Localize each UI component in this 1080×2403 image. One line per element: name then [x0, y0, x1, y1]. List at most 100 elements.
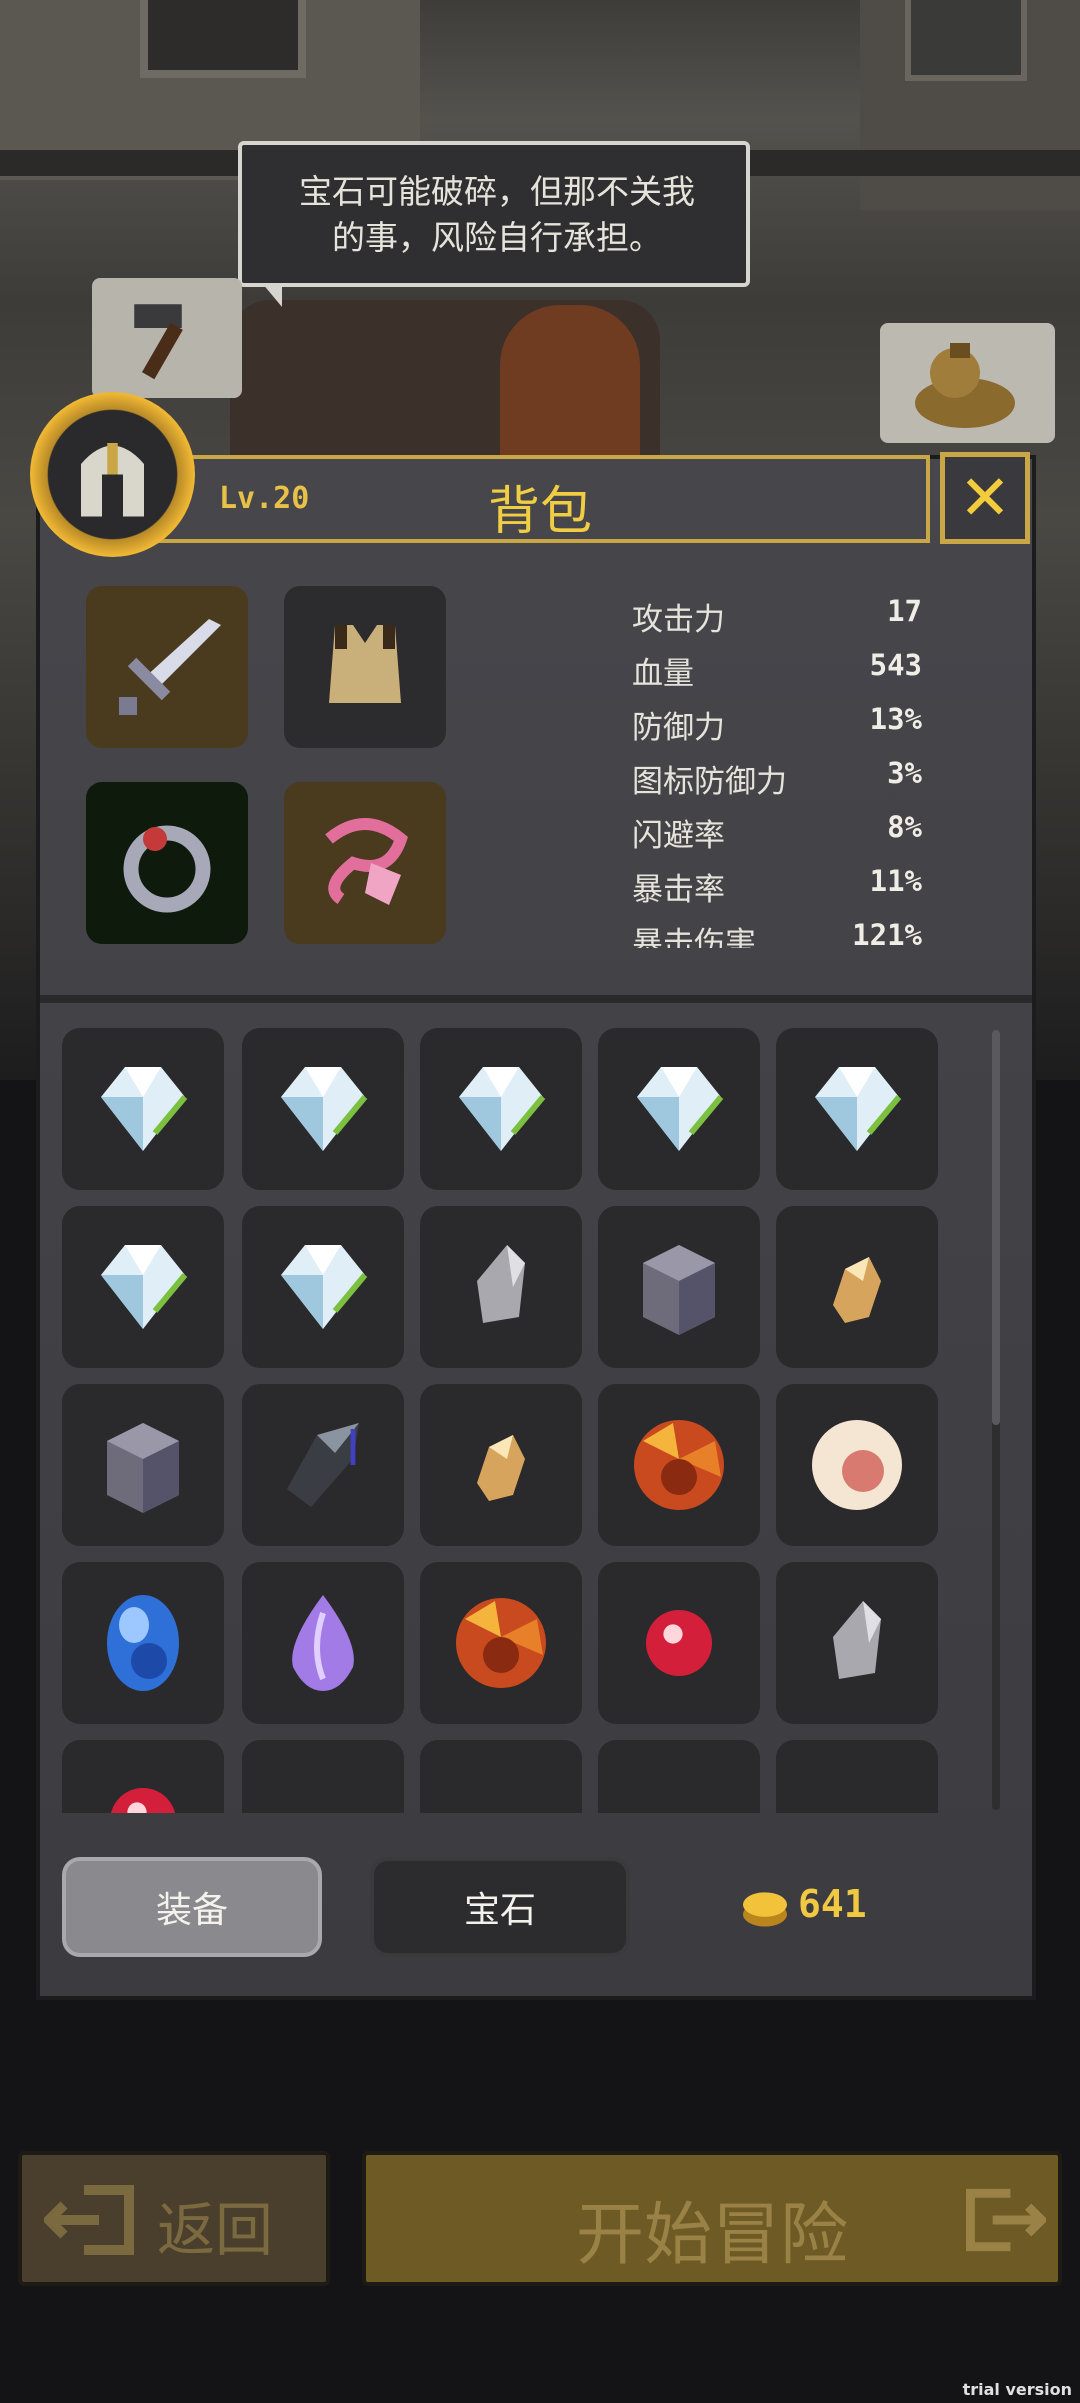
back-label: 返回: [157, 2196, 274, 2264]
diamond-icon: [101, 1067, 188, 1151]
back-button[interactable]: 返回: [18, 2151, 330, 2286]
diamond-icon: [281, 1067, 368, 1151]
inventory-slot[interactable]: [776, 1384, 938, 1546]
stat-icon-defense: 图标防御力 3%: [632, 750, 922, 804]
inventory-slot[interactable]: [62, 1562, 224, 1724]
window: [140, 0, 306, 78]
stat-value: 121%: [852, 918, 922, 948]
coin-count: 641: [798, 1882, 867, 1926]
inventory-slot[interactable]: [62, 1384, 224, 1546]
close-x-icon: ✕: [959, 461, 1011, 534]
inventory-slot[interactable]: [776, 1740, 938, 1813]
inventory-slot[interactable]: [242, 1206, 404, 1368]
tab-label: 宝石: [463, 1890, 536, 1931]
stats-list: 攻击力 17 血量 543 防御力 13% 图标防御力 3% 闪避率 8% 暴击…: [632, 588, 932, 948]
inventory-grid: [62, 1028, 962, 1813]
equip-slot-amulet[interactable]: [284, 782, 446, 944]
gray-shard-icon: [833, 1601, 881, 1679]
inventory-slot[interactable]: [420, 1028, 582, 1190]
inventory-slot[interactable]: [62, 1206, 224, 1368]
stone-cube-icon: [107, 1423, 179, 1513]
inventory-slot[interactable]: [242, 1740, 404, 1813]
stat-crit-rate: 暴击率 11%: [632, 858, 922, 912]
inventory-slot[interactable]: [62, 1740, 224, 1813]
inventory-slot[interactable]: [420, 1206, 582, 1368]
inventory-slot[interactable]: [598, 1206, 760, 1368]
diamond-icon: [637, 1067, 724, 1151]
equip-slot-armor[interactable]: [284, 586, 446, 748]
trial-watermark: trial version: [962, 2380, 1072, 2399]
stat-label: 暴击率: [632, 872, 725, 908]
diamond-icon: [459, 1067, 546, 1151]
inventory-slot[interactable]: [62, 1028, 224, 1190]
forge-button[interactable]: [92, 278, 242, 398]
orange-gem-icon: [456, 1598, 546, 1688]
player-avatar[interactable]: [30, 392, 195, 557]
stat-label: 闪避率: [632, 818, 725, 854]
close-button[interactable]: ✕: [940, 452, 1030, 544]
npc-hood: [500, 305, 640, 455]
diamond-icon: [815, 1067, 902, 1151]
leather-armor-icon: [329, 625, 401, 703]
inventory-slot[interactable]: [420, 1740, 582, 1813]
inventory-slot[interactable]: [242, 1028, 404, 1190]
stat-value: 17: [887, 594, 922, 628]
tab-label: 装备: [155, 1890, 228, 1931]
stone-cube-icon: [643, 1245, 715, 1335]
tab-gems[interactable]: 宝石: [370, 1857, 630, 1957]
diamond-icon: [101, 1245, 188, 1329]
enter-arrow-icon: [966, 2188, 1046, 2252]
speech-line: 宝石可能破碎，但那不关我: [299, 172, 695, 211]
amber-shard-icon: [833, 1257, 881, 1323]
pink-amulet-icon: [325, 818, 408, 905]
speech-line: 的事，风险自行承担。: [332, 218, 662, 257]
inventory-slot[interactable]: [420, 1562, 582, 1724]
speech-text: 宝石可能破碎，但那不关我 的事，风险自行承担。: [262, 169, 732, 261]
inventory-slot[interactable]: [776, 1028, 938, 1190]
ring-icon: [123, 825, 211, 913]
scrollbar-thumb[interactable]: [992, 1030, 1000, 1425]
inventory-slot[interactable]: [598, 1562, 760, 1724]
speech-bubble: 宝石可能破碎，但那不关我 的事，风险自行承担。: [238, 141, 750, 287]
inventory-slot[interactable]: [242, 1562, 404, 1724]
stat-hp: 血量 543: [632, 642, 922, 696]
stat-label: 防御力: [632, 710, 725, 746]
inventory-slot[interactable]: [776, 1562, 938, 1724]
panel-divider: [40, 995, 1032, 1003]
stat-value: 11%: [869, 864, 922, 898]
stat-defense: 防御力 13%: [632, 696, 922, 750]
tab-equipment[interactable]: 装备: [62, 1857, 322, 1957]
amber-shard-icon: [477, 1435, 525, 1501]
inventory-slot[interactable]: [598, 1384, 760, 1546]
ruby-icon: [110, 1788, 176, 1813]
equip-slot-weapon[interactable]: [86, 586, 248, 748]
hammer-icon: [134, 304, 183, 380]
inventory-slot[interactable]: [776, 1206, 938, 1368]
pearl-icon: [812, 1420, 902, 1510]
inventory-slot[interactable]: [242, 1384, 404, 1546]
window: [905, 0, 1027, 81]
gold-coin-icon: [743, 1892, 787, 1927]
stat-value: 8%: [887, 810, 922, 844]
sword-icon: [119, 619, 221, 715]
equip-slot-ring[interactable]: [86, 782, 248, 944]
start-label: 开始冒险: [575, 2196, 848, 2275]
speech-bubble-tail: [262, 283, 282, 307]
loot-bag-icon: [915, 343, 1015, 428]
diamond-icon: [281, 1245, 368, 1329]
stat-crit-damage: 暴击伤害 121%: [632, 912, 922, 948]
inventory-slot[interactable]: [598, 1740, 760, 1813]
bag-button[interactable]: [880, 323, 1055, 443]
gray-shard-icon: [477, 1245, 525, 1323]
amethyst-icon: [292, 1595, 354, 1691]
stat-label: 血量: [632, 656, 694, 692]
start-adventure-button[interactable]: 开始冒险: [362, 2151, 1062, 2286]
obsidian-icon: [287, 1423, 359, 1507]
inventory-slot[interactable]: [420, 1384, 582, 1546]
stat-label: 图标防御力: [632, 764, 787, 800]
exit-arrow-icon: [44, 2185, 134, 2255]
stat-label: 攻击力: [632, 602, 725, 638]
inventory-slot[interactable]: [598, 1028, 760, 1190]
sapphire-icon: [107, 1595, 179, 1691]
panel-title-bar: Lv.20 背包: [150, 455, 930, 543]
